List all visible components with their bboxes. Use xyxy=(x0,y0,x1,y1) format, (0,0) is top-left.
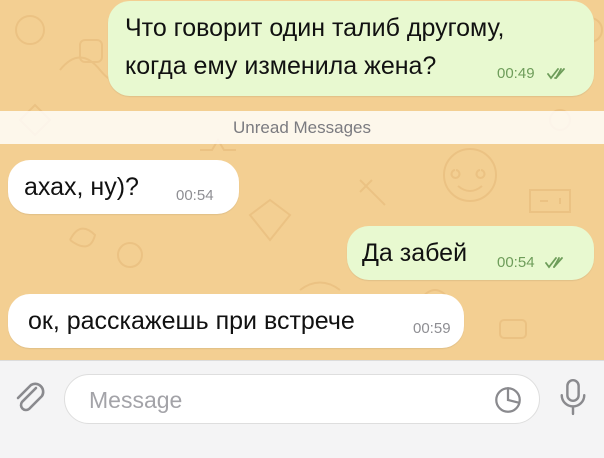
message-time: 00:59 xyxy=(413,320,451,337)
microphone-icon[interactable] xyxy=(558,376,588,420)
unread-messages-divider: Unread Messages xyxy=(0,111,604,144)
paperclip-icon[interactable] xyxy=(10,378,50,418)
message-text: ахах, ну)? xyxy=(24,173,139,201)
message-input[interactable] xyxy=(87,383,471,417)
sticker-icon[interactable] xyxy=(493,385,523,415)
message-text: ок, расскажешь при встрече xyxy=(28,307,355,335)
unread-messages-label: Unread Messages xyxy=(233,117,371,137)
message-field[interactable] xyxy=(64,374,540,424)
chat-area[interactable]: Что говорит один талиб другому, когда ем… xyxy=(0,0,604,360)
message-text-line-1: Что говорит один талиб другому, xyxy=(125,14,505,42)
message-time: 00:54 xyxy=(176,187,214,204)
message-bubble-incoming[interactable]: ок, расскажешь при встрече 00:59 xyxy=(8,294,464,348)
message-bubble-incoming[interactable]: ахах, ну)? 00:54 xyxy=(8,160,239,214)
message-text-line-2: когда ему изменила жена? xyxy=(125,52,437,80)
message-bubble-outgoing[interactable]: Да забей 00:54 xyxy=(347,226,594,280)
double-check-icon xyxy=(547,68,565,80)
message-time: 00:49 xyxy=(497,65,535,82)
message-input-bar xyxy=(0,360,604,458)
message-text: Да забей xyxy=(362,239,468,267)
double-check-icon xyxy=(545,257,563,269)
message-bubble-outgoing[interactable]: Что говорит один талиб другому, когда ем… xyxy=(108,1,594,96)
message-time: 00:54 xyxy=(497,254,535,271)
